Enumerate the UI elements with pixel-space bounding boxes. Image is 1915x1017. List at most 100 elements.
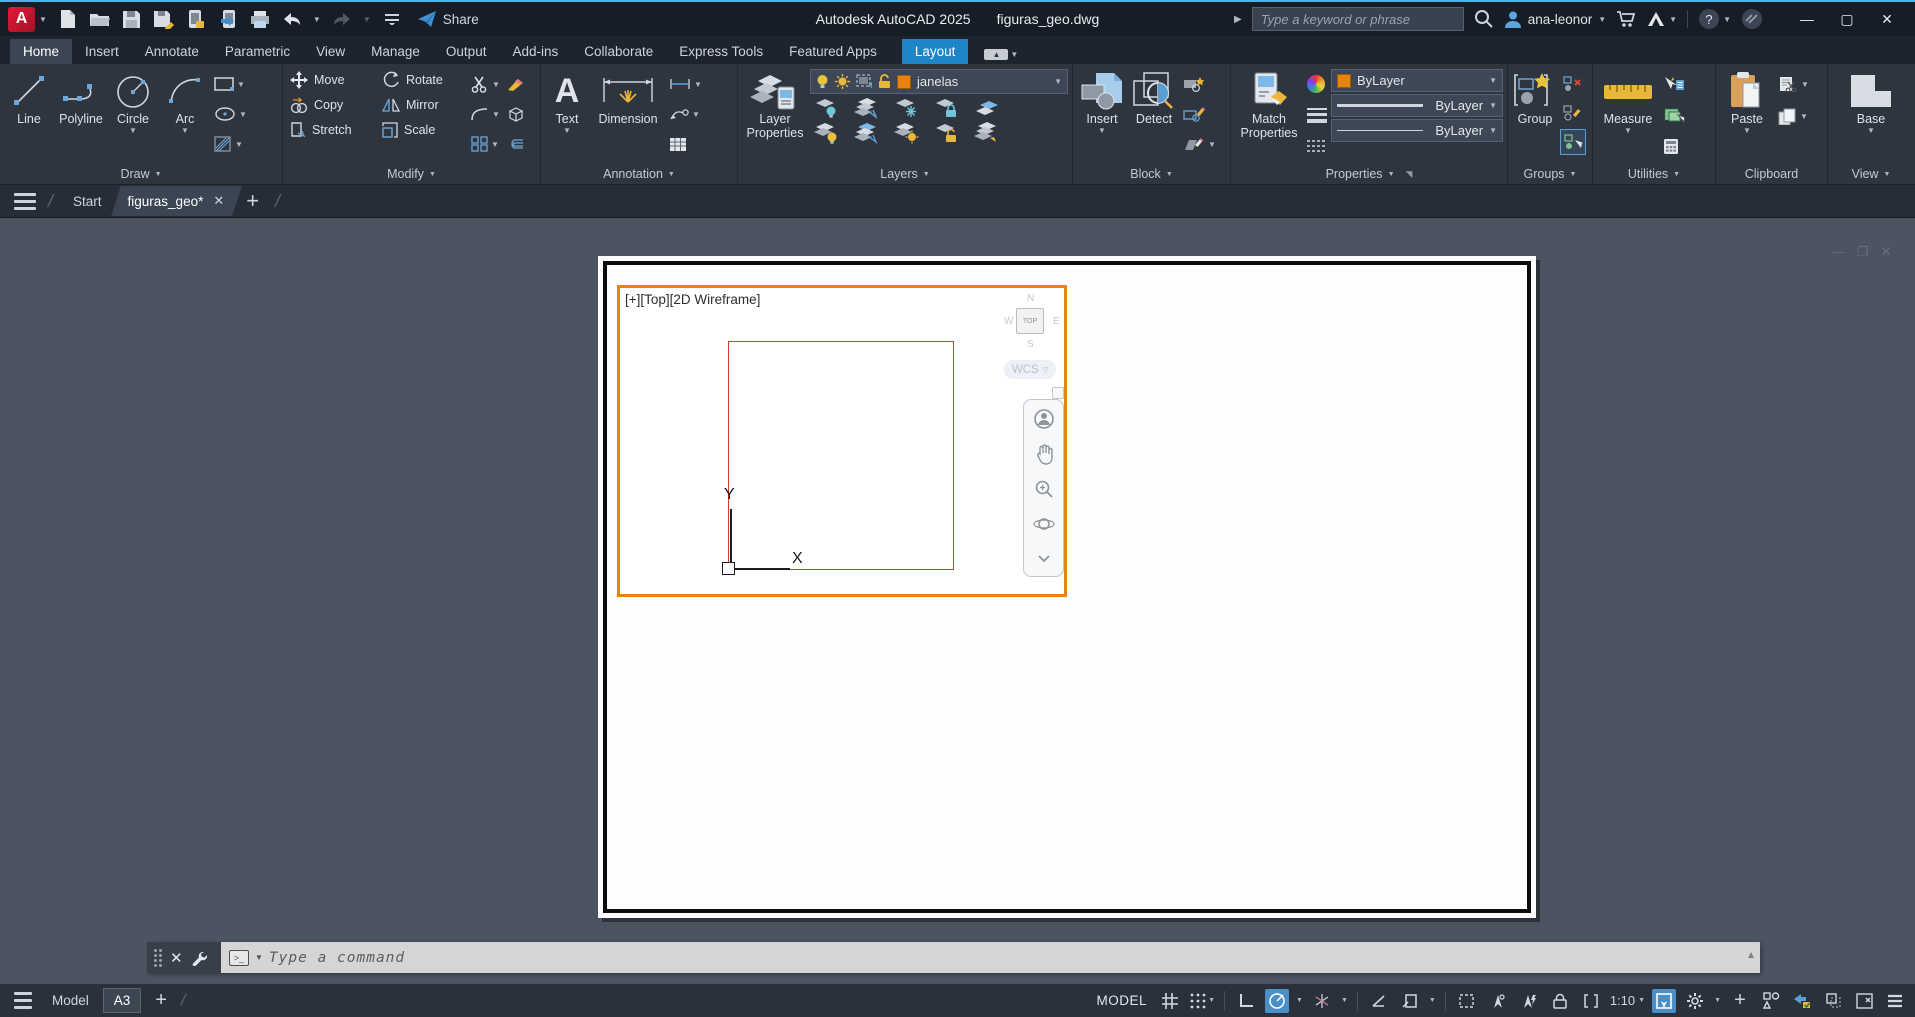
isodraft-toggle-icon[interactable]	[1310, 989, 1334, 1013]
rotate-button[interactable]: Rotate	[379, 67, 467, 92]
tab-addins[interactable]: Add-ins	[499, 39, 571, 64]
detect-button[interactable]: Detect	[1129, 67, 1179, 164]
qat-customize-icon[interactable]	[381, 8, 403, 30]
edit-attributes-button[interactable]: ▼	[1181, 131, 1218, 157]
save-icon[interactable]	[121, 8, 143, 30]
properties-dialog-launcher-icon[interactable]: ◥	[1406, 169, 1413, 180]
command-history-icon[interactable]: ▼	[255, 953, 263, 962]
tab-annotate[interactable]: Annotate	[132, 39, 212, 64]
panel-label-modify[interactable]: Modify▼	[283, 164, 540, 184]
group-selection-toggle[interactable]	[1560, 129, 1586, 155]
layer-freeze-icon[interactable]	[894, 97, 920, 119]
tab-insert[interactable]: Insert	[72, 39, 132, 64]
zoom-icon[interactable]	[1031, 476, 1057, 502]
layer-on-all-icon[interactable]	[814, 122, 840, 144]
dynamic-input-toggle-icon[interactable]	[1398, 989, 1422, 1013]
navbar-more-icon[interactable]	[1031, 546, 1057, 572]
help-button[interactable]: ? ▼	[1698, 8, 1731, 30]
drawn-rectangle[interactable]	[728, 341, 954, 570]
user-account-button[interactable]: ana-leonor ▼	[1504, 10, 1606, 28]
layout-tabs-menu-icon[interactable]	[8, 992, 38, 1009]
redo-dropdown-icon[interactable]: ▼	[363, 15, 371, 24]
lineweight-button[interactable]	[1305, 102, 1329, 128]
customization-dropdown-icon[interactable]: ▼	[1714, 997, 1721, 1004]
array-button[interactable]: ▼	[469, 131, 502, 157]
tab-start[interactable]: Start	[59, 187, 116, 216]
panel-label-clipboard[interactable]: Clipboard	[1716, 164, 1827, 184]
workspace-icon[interactable]	[1759, 989, 1783, 1013]
cut-button[interactable]: ▼	[1776, 71, 1811, 97]
ribbon-collapse-dropdown-icon[interactable]: ▼	[1010, 50, 1018, 59]
insert-button[interactable]: Insert ▼	[1077, 67, 1127, 164]
circle-dropdown-icon[interactable]: ▼	[129, 126, 137, 135]
orbit-icon[interactable]	[1031, 511, 1057, 537]
circle-button[interactable]: Circle ▼	[108, 67, 158, 164]
view-cube[interactable]: N W TOP E S WCS▽	[996, 290, 1068, 390]
clean-screen-icon[interactable]	[1852, 989, 1876, 1013]
new-layout-button[interactable]: +	[155, 989, 167, 1012]
stretch-button[interactable]: Stretch	[287, 117, 377, 142]
viewcube-top-face[interactable]: TOP	[1016, 308, 1044, 334]
layer-thaw-all-icon[interactable]	[894, 122, 920, 144]
layer-properties-button[interactable]: Layer Properties	[742, 67, 808, 164]
insert-dropdown-icon[interactable]: ▼	[1098, 126, 1106, 135]
command-input[interactable]: >_ ▼ Type a command ▲	[221, 942, 1760, 973]
object-snap-toggle-icon[interactable]	[1486, 989, 1510, 1013]
viewport-maximize-toggle-icon[interactable]	[1652, 989, 1676, 1013]
select-similar-button[interactable]	[1661, 102, 1687, 128]
leader-button[interactable]: ▼	[667, 101, 704, 127]
command-customize-wrench-icon[interactable]	[191, 950, 207, 966]
layer-unlock-all-icon[interactable]	[934, 122, 960, 144]
drawing-canvas[interactable]: — ❐ ✕ [+][Top][2D Wireframe] X Y N W TOP…	[0, 218, 1915, 984]
quick-calc-button[interactable]	[1661, 133, 1687, 159]
panel-label-block[interactable]: Block▼	[1073, 164, 1230, 184]
panel-label-groups[interactable]: Groups▼	[1508, 164, 1592, 184]
tab-home[interactable]: Home	[10, 39, 72, 64]
close-tab-icon[interactable]: ✕	[213, 193, 224, 209]
panel-label-utilities[interactable]: Utilities▼	[1593, 164, 1715, 184]
open-file-icon[interactable]	[89, 8, 111, 30]
dimension-button[interactable]: Dimension	[591, 67, 665, 164]
tab-layout[interactable]: Layout	[902, 39, 969, 64]
layer-lock-icon[interactable]	[934, 97, 960, 119]
ellipse-tool-button[interactable]: ▼	[212, 101, 249, 127]
panel-label-draw[interactable]: Draw▼	[0, 164, 282, 184]
arc-dropdown-icon[interactable]: ▼	[181, 126, 189, 135]
add-status-icon[interactable]: +	[1728, 989, 1752, 1013]
minimize-button[interactable]: —	[1787, 4, 1827, 34]
offset-button[interactable]	[504, 131, 528, 157]
command-prompt-icon[interactable]: >_	[229, 950, 249, 966]
edit-block-button[interactable]	[1181, 101, 1218, 127]
annotation-scale-button[interactable]: 1:10▼	[1610, 993, 1645, 1008]
create-block-button[interactable]	[1181, 71, 1218, 97]
linetype-button[interactable]	[1305, 133, 1329, 159]
match-properties-button[interactable]: Match Properties	[1235, 67, 1303, 164]
snap-toggle-icon[interactable]: ▼	[1189, 989, 1215, 1013]
viewcube-east[interactable]: E	[1053, 316, 1060, 327]
selection-cycling-toggle-icon[interactable]	[1455, 989, 1479, 1013]
search-expand-icon[interactable]: ▶	[1234, 14, 1242, 25]
arc-button[interactable]: Arc ▼	[160, 67, 210, 164]
doc-minimize-icon[interactable]: —	[1832, 244, 1845, 260]
copy-button[interactable]: Copy	[287, 92, 377, 117]
layer-match-icon[interactable]	[974, 97, 1000, 119]
layout-tab-a3[interactable]: A3	[103, 988, 142, 1013]
new-tab-button[interactable]: +	[246, 191, 259, 211]
annotation-monitor-icon[interactable]	[1790, 989, 1814, 1013]
measure-button[interactable]: Measure ▼	[1597, 67, 1659, 164]
undo-dropdown-icon[interactable]: ▼	[313, 15, 321, 24]
doc-close-icon[interactable]: ✕	[1881, 244, 1892, 260]
mirror-button[interactable]: Mirror	[379, 92, 467, 117]
tab-parametric[interactable]: Parametric	[212, 39, 303, 64]
paste-dropdown-icon[interactable]: ▼	[1743, 126, 1751, 135]
text-button[interactable]: A Text ▼	[545, 67, 589, 164]
dimension-linear-button[interactable]: ▼	[667, 71, 704, 97]
plot-icon[interactable]	[249, 8, 271, 30]
layer-merge-icon[interactable]	[974, 122, 1000, 144]
feedback-icon[interactable]	[1741, 8, 1763, 30]
explode-button[interactable]	[504, 101, 528, 127]
app-menu-button[interactable]: A ▼	[8, 7, 47, 32]
file-tabs-menu-icon[interactable]	[8, 193, 42, 210]
tab-output[interactable]: Output	[433, 39, 500, 64]
polar-tracking-toggle-icon[interactable]	[1265, 989, 1289, 1013]
